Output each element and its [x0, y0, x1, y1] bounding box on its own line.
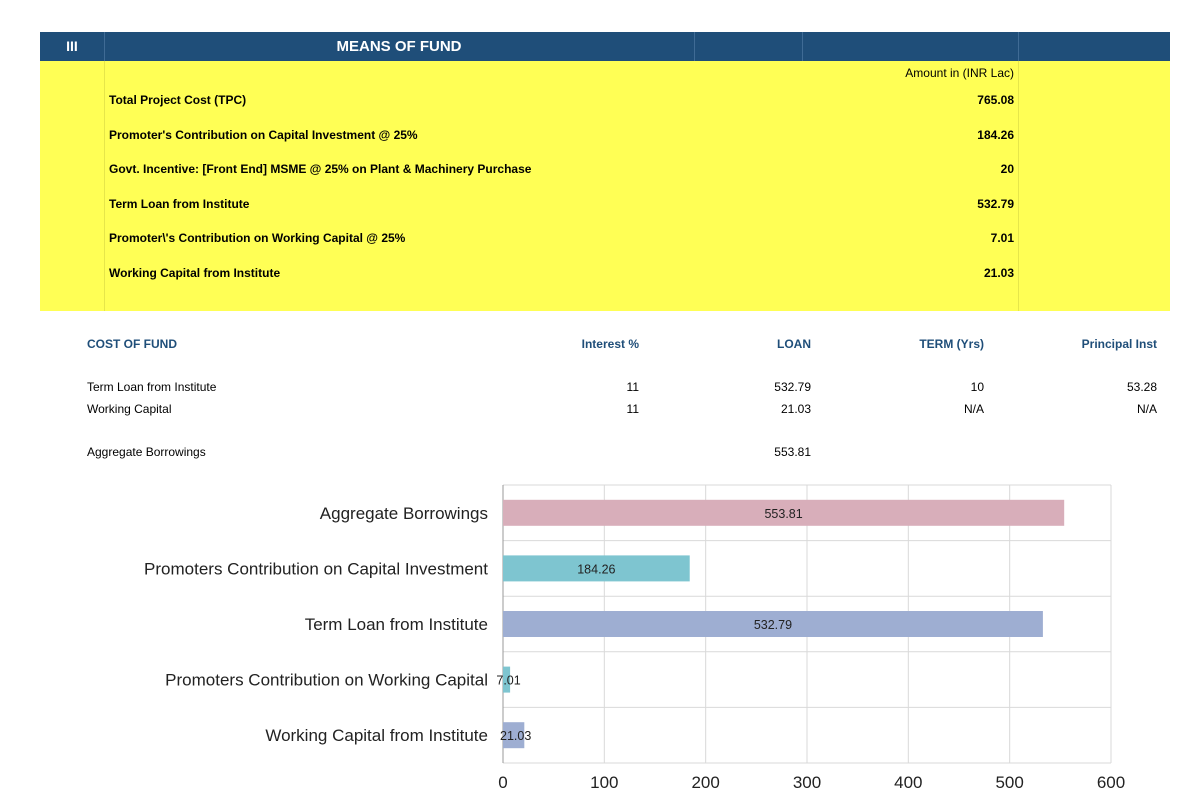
- means-of-fund-bar-chart: Aggregate Borrowings 553.81 Promoters Cont…: [144, 484, 1125, 792]
- x-tick-label: 400: [894, 773, 922, 792]
- data-label: 532.79: [754, 618, 792, 632]
- col-header-loan: LOAN: [777, 337, 811, 351]
- data-label: 7.01: [496, 674, 520, 688]
- grid-divider: [104, 61, 105, 311]
- fund-row-label: Total Project Cost (TPC): [109, 93, 247, 107]
- fund-row-label: Term Loan from Institute: [109, 197, 250, 211]
- header-divider: [694, 32, 695, 61]
- cell-name: Working Capital: [87, 402, 172, 416]
- fund-row-label: Govt. Incentive: [Front End] MSME @ 25% …: [109, 162, 532, 176]
- fund-row-label: Promoter's Contribution on Capital Inves…: [109, 128, 418, 142]
- data-label: 184.26: [577, 562, 615, 576]
- amount-caption: Amount in (INR Lac): [905, 66, 1014, 80]
- fund-row-value: 765.08: [977, 93, 1014, 107]
- x-tick-label: 0: [498, 773, 507, 792]
- fund-row: Promoter's Contribution on Capital Inves…: [109, 128, 1014, 148]
- fund-row-label: Promoter\'s Contribution on Working Capi…: [109, 231, 406, 245]
- cell-term: N/A: [963, 402, 984, 416]
- fund-row-label: Working Capital from Institute: [109, 266, 281, 280]
- cell-principal: N/A: [1136, 402, 1157, 416]
- data-label: 553.81: [764, 507, 802, 521]
- fund-row-value: 532.79: [977, 197, 1014, 211]
- grid-divider: [1018, 61, 1019, 311]
- means-of-fund-block: Amount in (INR Lac) Total Project Cost (…: [40, 61, 1170, 311]
- category-label: Promoters Contribution on Working Capita…: [165, 671, 488, 690]
- x-tick-label: 300: [793, 773, 821, 792]
- category-label: Promoters Contribution on Capital Invest…: [144, 559, 488, 578]
- x-tick-label: 100: [590, 773, 618, 792]
- col-header-cost-of-fund: COST OF FUND: [87, 337, 177, 351]
- header-divider: [104, 32, 105, 61]
- fund-row: Total Project Cost (TPC) 765.08: [109, 93, 1014, 113]
- aggregate-loan: 553.81: [774, 445, 811, 459]
- page: III MEANS OF FUND Amount in (INR Lac) To…: [0, 0, 1200, 800]
- cell-term: 10: [970, 380, 984, 394]
- x-tick-label: 600: [1097, 773, 1125, 792]
- fund-row-value: 21.03: [983, 266, 1014, 280]
- section-title: MEANS OF FUND: [336, 38, 462, 55]
- col-header-interest: Interest %: [581, 337, 639, 351]
- x-tick-label: 200: [691, 773, 719, 792]
- cell-principal: 53.28: [1126, 380, 1157, 394]
- data-label: 21.03: [500, 729, 531, 743]
- fund-row-value: 7.01: [990, 231, 1014, 245]
- fund-row: Term Loan from Institute 532.79: [109, 197, 1014, 217]
- col-header-term: TERM (Yrs): [919, 337, 984, 351]
- section-number: III: [66, 38, 78, 54]
- cell-interest: 11: [626, 380, 639, 394]
- header-divider: [1018, 32, 1019, 61]
- aggregate-label: Aggregate Borrowings: [87, 445, 206, 459]
- cell-interest: 11: [626, 402, 639, 416]
- cell-loan: 532.79: [774, 380, 811, 394]
- fund-row: Govt. Incentive: [Front End] MSME @ 25% …: [109, 162, 1014, 182]
- category-label: Aggregate Borrowings: [320, 504, 488, 523]
- cell-loan: 21.03: [780, 402, 811, 416]
- category-label: Working Capital from Institute: [265, 726, 488, 745]
- x-tick-label: 500: [995, 773, 1023, 792]
- fund-row: Promoter\'s Contribution on Working Capi…: [109, 231, 1014, 251]
- section-header: III MEANS OF FUND: [40, 32, 1170, 61]
- category-label: Term Loan from Institute: [305, 615, 488, 634]
- col-header-principal: Principal Inst: [1081, 337, 1157, 351]
- fund-row: Working Capital from Institute 21.03: [109, 266, 1014, 286]
- fund-row-value: 184.26: [977, 128, 1014, 142]
- cell-name: Term Loan from Institute: [87, 380, 217, 394]
- fund-row-value: 20: [1000, 162, 1014, 176]
- header-divider: [802, 32, 803, 61]
